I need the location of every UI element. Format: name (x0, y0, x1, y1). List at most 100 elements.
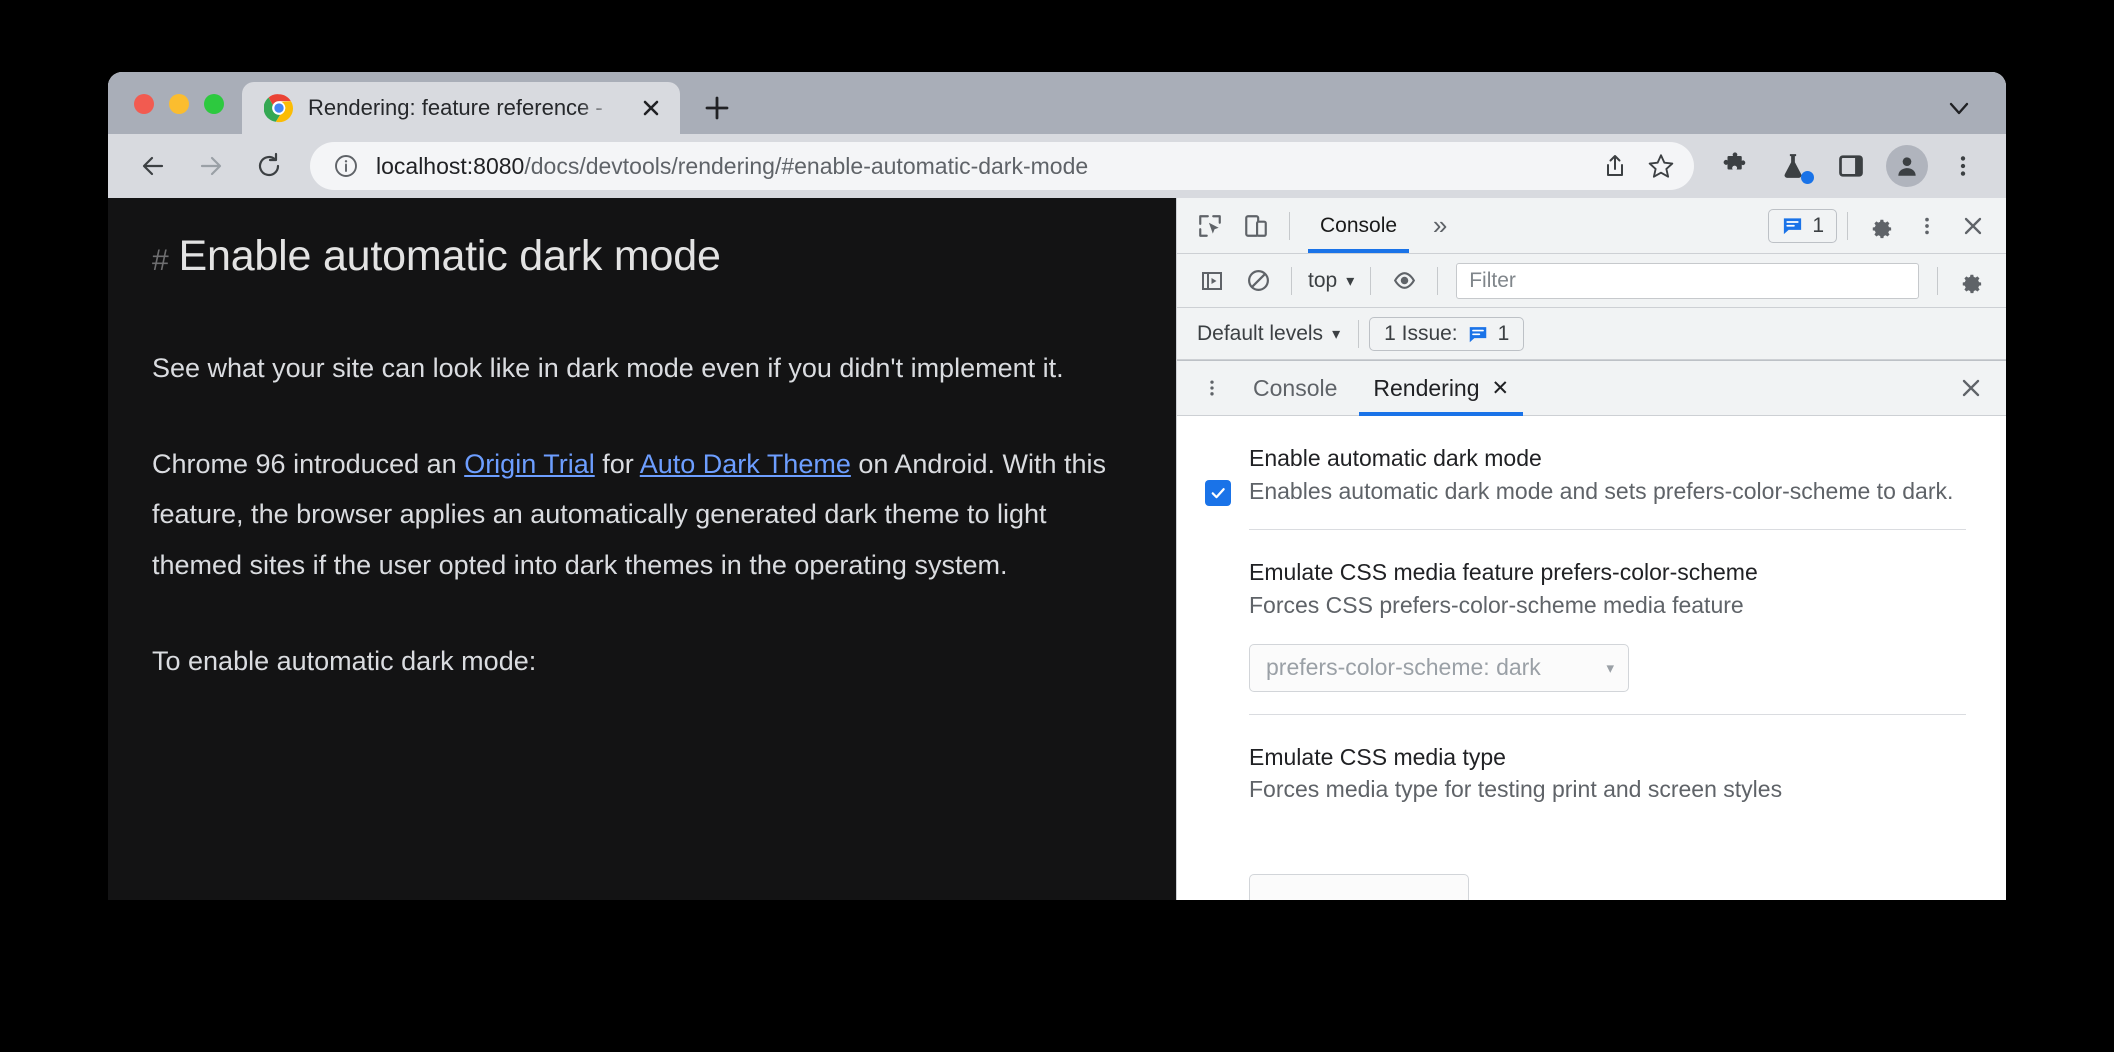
share-icon[interactable] (1592, 143, 1638, 189)
person-icon (1898, 157, 1916, 176)
divider (1291, 266, 1292, 295)
log-levels-label: Default levels (1197, 321, 1324, 345)
three-dot-menu-icon (1960, 156, 1966, 176)
divider (1358, 319, 1360, 348)
messages-count: 1 (1812, 213, 1824, 237)
three-dot-menu-icon (1925, 217, 1929, 234)
drawer-tab-rendering-label: Rendering (1373, 374, 1480, 401)
bookmark-star-icon[interactable] (1638, 143, 1684, 189)
execution-context-selector[interactable]: top ▾ (1302, 269, 1360, 293)
tab-title: Rendering: feature reference - (308, 95, 603, 120)
window-controls (108, 94, 242, 134)
devtools-close-icon[interactable] (1950, 203, 1996, 249)
rendering-settings-panel: Enable automatic dark mode Enables autom… (1177, 416, 2006, 900)
console-sidebar-icon[interactable] (1189, 258, 1235, 304)
web-page-content: # Enable automatic dark mode See what you… (108, 198, 1176, 900)
chevron-down-icon (1949, 102, 1969, 115)
setting-title: Emulate CSS media type (1249, 743, 1506, 770)
console-settings-gear-icon[interactable] (1948, 258, 1994, 304)
clear-console-icon[interactable] (1235, 258, 1281, 304)
devtools-panel: Console » 1 top ▾ Filter Default levels … (1176, 198, 2006, 900)
setting-enable-automatic-dark-mode: Enable automatic dark mode Enables autom… (1205, 442, 1966, 529)
setting-emulate-css-media-type: Emulate CSS media type Forces media type… (1249, 713, 1966, 828)
divider (1937, 266, 1938, 295)
anchor-hash[interactable]: # (152, 244, 169, 277)
para2-part1: Chrome 96 introduced an (152, 449, 465, 480)
drawer-tab-console[interactable]: Console (1235, 361, 1355, 416)
arrow-right-icon (200, 156, 222, 176)
media-type-select-clipped[interactable] (1249, 874, 1469, 900)
paragraph-to-enable: To enable automatic dark mode: (152, 645, 537, 676)
browser-window: Rendering: feature reference - localhost… (108, 72, 2006, 900)
divider (1370, 266, 1372, 295)
console-toolbar: top ▾ Filter (1177, 254, 2006, 308)
setting-description: Forces CSS prefers-color-scheme media fe… (1249, 591, 1744, 618)
live-expression-eye-icon[interactable] (1381, 258, 1427, 304)
log-levels-selector[interactable]: Default levels ▾ (1189, 322, 1348, 346)
gear-icon[interactable] (1858, 203, 1904, 249)
forward-button[interactable] (184, 139, 238, 193)
arrow-left-icon (142, 156, 164, 176)
tab-strip: Rendering: feature reference - (108, 72, 2006, 134)
reload-icon (258, 152, 280, 177)
url-path: /docs/devtools/rendering/#enable-automat… (524, 152, 1089, 179)
browser-toolbar: localhost:8080/docs/devtools/rendering/#… (108, 134, 2006, 198)
tab-close-button[interactable] (636, 93, 666, 123)
filter-input[interactable]: Filter (1456, 262, 1919, 299)
execution-context-label: top (1308, 268, 1338, 292)
back-button[interactable] (126, 139, 180, 193)
drawer-tab-rendering[interactable]: Rendering ✕ (1355, 361, 1527, 416)
site-info-icon[interactable] (332, 153, 360, 179)
page-title: # Enable automatic dark mode (152, 232, 1118, 281)
drawer-tabbar: Console Rendering ✕ (1177, 360, 2006, 416)
chevron-down-icon: ▾ (1332, 325, 1341, 343)
profile-avatar[interactable] (1886, 145, 1928, 187)
tab-console[interactable]: Console (1300, 198, 1417, 253)
inspect-element-icon[interactable] (1187, 203, 1233, 249)
message-bubble-icon (1784, 218, 1802, 235)
url-text: localhost:8080/docs/devtools/rendering/#… (360, 153, 1592, 180)
new-tab-button[interactable] (690, 82, 744, 134)
drawer-tab-close-icon[interactable]: ✕ (1492, 376, 1510, 401)
experiments-flask-icon[interactable] (1766, 139, 1820, 193)
maximize-window-button[interactable] (204, 94, 224, 114)
flask-badge-dot (1801, 171, 1814, 184)
prefers-color-scheme-select[interactable]: prefers-color-scheme: dark ▾ (1249, 643, 1629, 692)
drawer-tab-console-label: Console (1253, 374, 1338, 401)
drawer-menu-icon[interactable] (1189, 365, 1235, 411)
reload-button[interactable] (242, 139, 296, 193)
info-circle-icon (335, 155, 357, 177)
link-auto-dark-theme[interactable]: Auto Dark Theme (640, 449, 851, 479)
device-toolbar-icon[interactable] (1233, 203, 1279, 249)
messages-badge[interactable]: 1 (1768, 208, 1837, 243)
setting-description: Enables automatic dark mode and sets pre… (1249, 477, 1954, 504)
tab-search-button[interactable] (1930, 82, 1988, 134)
devtools-menu-icon[interactable] (1904, 203, 1950, 249)
auto-dark-mode-checkbox[interactable] (1205, 480, 1231, 506)
address-bar[interactable]: localhost:8080/docs/devtools/rendering/#… (310, 142, 1694, 190)
side-panel-icon[interactable] (1824, 139, 1878, 193)
devtools-main-tabbar: Console » 1 (1177, 198, 2006, 254)
setting-description: Forces media type for testing print and … (1249, 776, 1783, 803)
close-window-button[interactable] (134, 94, 154, 114)
close-icon (1962, 379, 1980, 397)
close-icon (643, 100, 659, 116)
drawer-close-icon[interactable] (1948, 365, 1994, 411)
close-icon (1964, 217, 1982, 234)
chrome-menu-icon[interactable] (1936, 139, 1990, 193)
more-tabs-icon[interactable]: » (1417, 203, 1463, 249)
chrome-logo-icon (264, 94, 294, 123)
setting-title: Emulate CSS media feature prefers-color-… (1249, 559, 1758, 586)
issues-chip[interactable]: 1 Issue: 1 (1369, 316, 1525, 351)
setting-emulate-prefers-color-scheme: Emulate CSS media feature prefers-color-… (1249, 529, 1966, 713)
link-origin-trial[interactable]: Origin Trial (464, 449, 595, 479)
message-bubble-icon (1469, 326, 1486, 342)
setting-title: Enable automatic dark mode (1249, 445, 1542, 471)
browser-tab[interactable]: Rendering: feature reference - (242, 82, 680, 134)
minimize-window-button[interactable] (169, 94, 189, 114)
url-host: localhost:8080 (376, 152, 525, 179)
three-dot-menu-icon (1210, 380, 1214, 396)
issues-label: 1 Issue: (1384, 321, 1458, 345)
chevron-down-icon: ▾ (1346, 272, 1355, 290)
extensions-puzzle-icon[interactable] (1708, 139, 1762, 193)
